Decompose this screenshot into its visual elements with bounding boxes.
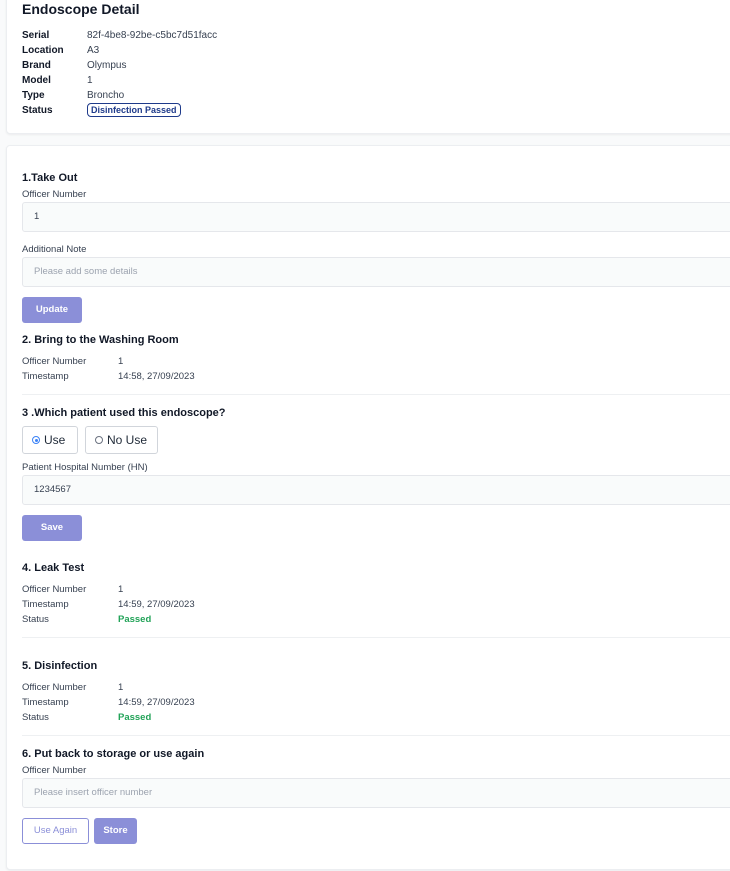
- leak-test-title: 4. Leak Test: [22, 562, 85, 574]
- use-again-button[interactable]: Use Again: [22, 818, 89, 844]
- save-button[interactable]: Save: [22, 515, 82, 541]
- leak-status-value: Passed: [118, 614, 152, 625]
- disinfection-officer-label: Officer Number: [22, 682, 87, 693]
- status-label: Status: [22, 105, 53, 116]
- divider: [22, 394, 730, 395]
- take-out-officer-label: Officer Number: [22, 189, 87, 200]
- leak-timestamp-value: 14:59, 27/09/2023: [118, 599, 195, 610]
- status-badge: Disinfection Passed: [87, 103, 181, 117]
- additional-note-input[interactable]: Please add some details: [22, 257, 730, 287]
- leak-status-label: Status: [22, 614, 49, 625]
- use-radio[interactable]: Use: [22, 426, 78, 454]
- washing-timestamp-value: 14:58, 27/09/2023: [118, 371, 195, 382]
- radio-unchecked-icon: [95, 436, 103, 444]
- brand-label: Brand: [22, 60, 51, 71]
- disinfection-officer-value: 1: [118, 682, 124, 693]
- serial-value: 82f-4be8-92be-c5bc7d51facc: [87, 30, 218, 41]
- divider: [22, 637, 730, 638]
- disinfection-timestamp-label: Timestamp: [22, 697, 69, 708]
- serial-label: Serial: [22, 30, 50, 41]
- leak-officer-value: 1: [118, 584, 124, 595]
- hn-label: Patient Hospital Number (HN): [22, 462, 148, 473]
- update-button[interactable]: Update: [22, 297, 82, 323]
- divider: [22, 735, 730, 736]
- no-use-radio-label: No Use: [107, 433, 148, 447]
- washing-officer-value: 1: [118, 356, 124, 367]
- brand-value: Olympus: [87, 60, 127, 71]
- washing-timestamp-label: Timestamp: [22, 371, 69, 382]
- model-label: Model: [22, 75, 51, 86]
- store-button[interactable]: Store: [94, 818, 137, 844]
- patient-title: 3 .Which patient used this endoscope?: [22, 407, 226, 419]
- take-out-title: 1.Take Out: [22, 172, 78, 184]
- disinfection-status-label: Status: [22, 712, 49, 723]
- disinfection-title: 5. Disinfection: [22, 660, 98, 672]
- storage-title: 6. Put back to storage or use again: [22, 748, 205, 760]
- location-label: Location: [22, 45, 64, 56]
- leak-officer-label: Officer Number: [22, 584, 87, 595]
- location-value: A3: [87, 45, 100, 56]
- hn-input[interactable]: 1234567: [22, 475, 730, 505]
- disinfection-timestamp-value: 14:59, 27/09/2023: [118, 697, 195, 708]
- type-value: Broncho: [87, 90, 125, 101]
- disinfection-status-value: Passed: [118, 712, 152, 723]
- additional-note-label: Additional Note: [22, 244, 87, 255]
- leak-timestamp-label: Timestamp: [22, 599, 69, 610]
- storage-officer-input[interactable]: Please insert officer number: [22, 778, 730, 808]
- type-label: Type: [22, 90, 45, 101]
- radio-checked-icon: [32, 436, 40, 444]
- page-title: Endoscope Detail: [22, 1, 140, 17]
- storage-officer-label: Officer Number: [22, 765, 87, 776]
- washing-title: 2. Bring to the Washing Room: [22, 334, 179, 346]
- take-out-officer-input[interactable]: 1: [22, 202, 730, 232]
- no-use-radio[interactable]: No Use: [85, 426, 158, 454]
- workflow-card: [6, 145, 730, 870]
- model-value: 1: [87, 75, 93, 86]
- use-radio-label: Use: [44, 433, 66, 447]
- washing-officer-label: Officer Number: [22, 356, 87, 367]
